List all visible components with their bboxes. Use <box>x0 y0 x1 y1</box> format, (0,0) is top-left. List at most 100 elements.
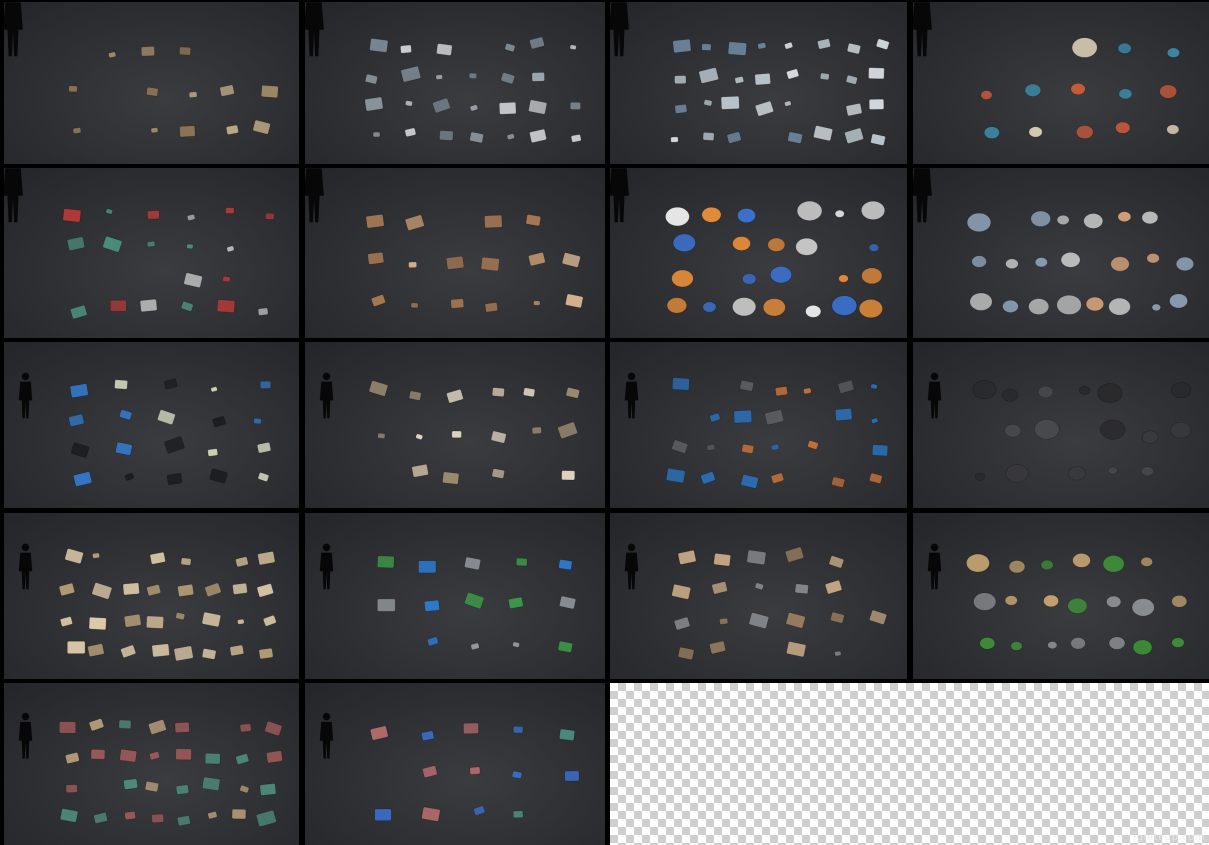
asset-item <box>570 134 582 143</box>
asset-item <box>671 269 694 288</box>
asset-item <box>671 377 690 391</box>
asset-item <box>239 723 252 733</box>
asset-item <box>868 67 885 80</box>
tile-render <box>305 2 582 144</box>
asset-item <box>702 132 715 141</box>
asset-item <box>123 778 138 790</box>
asset-item <box>491 387 505 397</box>
asset-item <box>73 471 93 487</box>
asset-item <box>88 718 105 732</box>
asset-item <box>973 592 997 611</box>
asset-item <box>824 580 843 595</box>
preview-tile-cardboard-boxes <box>4 513 299 679</box>
asset-item <box>770 472 785 484</box>
asset-item <box>794 583 809 595</box>
asset-item <box>834 650 842 657</box>
asset-item <box>144 781 159 793</box>
asset-item <box>671 584 691 600</box>
asset-item <box>1070 82 1086 95</box>
asset-item <box>871 417 879 424</box>
human-scale-silhouette <box>305 2 324 57</box>
asset-item <box>870 383 878 390</box>
asset-item <box>260 84 279 99</box>
asset-item <box>1033 419 1060 440</box>
asset-item <box>177 815 191 827</box>
asset-item <box>1151 303 1161 312</box>
asset-item <box>774 386 788 397</box>
asset-item <box>1005 258 1019 269</box>
asset-item <box>256 583 274 598</box>
tile-render <box>18 372 272 487</box>
asset-item <box>1110 256 1130 272</box>
asset-item <box>202 776 221 791</box>
asset-item <box>70 304 88 320</box>
asset-item <box>742 273 757 285</box>
asset-item <box>787 131 803 144</box>
human-scale-silhouette <box>18 543 33 590</box>
asset-item <box>257 551 276 566</box>
asset-item <box>115 441 133 456</box>
tile-render <box>610 2 890 146</box>
asset-item <box>62 208 82 223</box>
asset-item <box>120 644 137 658</box>
asset-item <box>87 643 105 657</box>
human-scale-silhouette <box>624 543 639 590</box>
asset-item <box>212 416 226 428</box>
asset-item <box>469 131 484 144</box>
asset-item <box>737 208 756 224</box>
asset-item <box>805 305 822 318</box>
asset-item <box>868 243 880 252</box>
asset-item <box>757 42 767 50</box>
asset-item <box>770 443 780 451</box>
tile-render <box>927 372 1192 483</box>
asset-item <box>529 128 547 143</box>
asset-item <box>569 101 581 110</box>
asset-item <box>720 95 740 110</box>
asset-item <box>875 38 890 50</box>
asset-item <box>1171 637 1185 648</box>
asset-item <box>838 274 849 283</box>
tile-render <box>319 712 580 822</box>
asset-item <box>371 294 386 307</box>
asset-item <box>207 448 219 457</box>
asset-item <box>845 103 863 117</box>
asset-item <box>1106 595 1122 608</box>
asset-item <box>59 616 73 627</box>
asset-item <box>565 293 584 309</box>
asset-item <box>831 476 846 488</box>
asset-item <box>150 127 159 134</box>
human-scale-silhouette <box>4 168 23 223</box>
asset-item <box>819 72 830 81</box>
asset-item <box>1056 294 1082 315</box>
preview-tile-trash-bins <box>305 513 605 679</box>
asset-item <box>442 471 460 485</box>
asset-item <box>561 470 576 481</box>
asset-item <box>726 131 742 144</box>
asset-item <box>1024 83 1042 97</box>
asset-item <box>264 721 283 736</box>
transparent-placeholder <box>610 683 1209 845</box>
preview-tile-small-scrap-pieces <box>305 2 605 164</box>
asset-item <box>122 582 140 596</box>
asset-item <box>755 100 774 117</box>
asset-item <box>67 640 86 654</box>
asset-item <box>372 131 381 138</box>
asset-item <box>1047 641 1058 650</box>
asset-item <box>671 439 689 454</box>
tile-render <box>18 712 283 827</box>
asset-item <box>1108 636 1126 650</box>
asset-item <box>377 598 396 612</box>
asset-item <box>102 235 123 253</box>
asset-item <box>92 552 100 559</box>
asset-item <box>506 133 515 140</box>
asset-item <box>701 43 712 51</box>
asset-item <box>147 210 160 220</box>
asset-item <box>1097 383 1123 404</box>
asset-item <box>500 72 515 85</box>
asset-item <box>405 100 413 107</box>
asset-item <box>672 38 692 54</box>
asset-item <box>1010 641 1023 651</box>
asset-item <box>175 784 190 795</box>
human-scale-silhouette <box>610 168 629 223</box>
asset-item <box>436 43 453 56</box>
